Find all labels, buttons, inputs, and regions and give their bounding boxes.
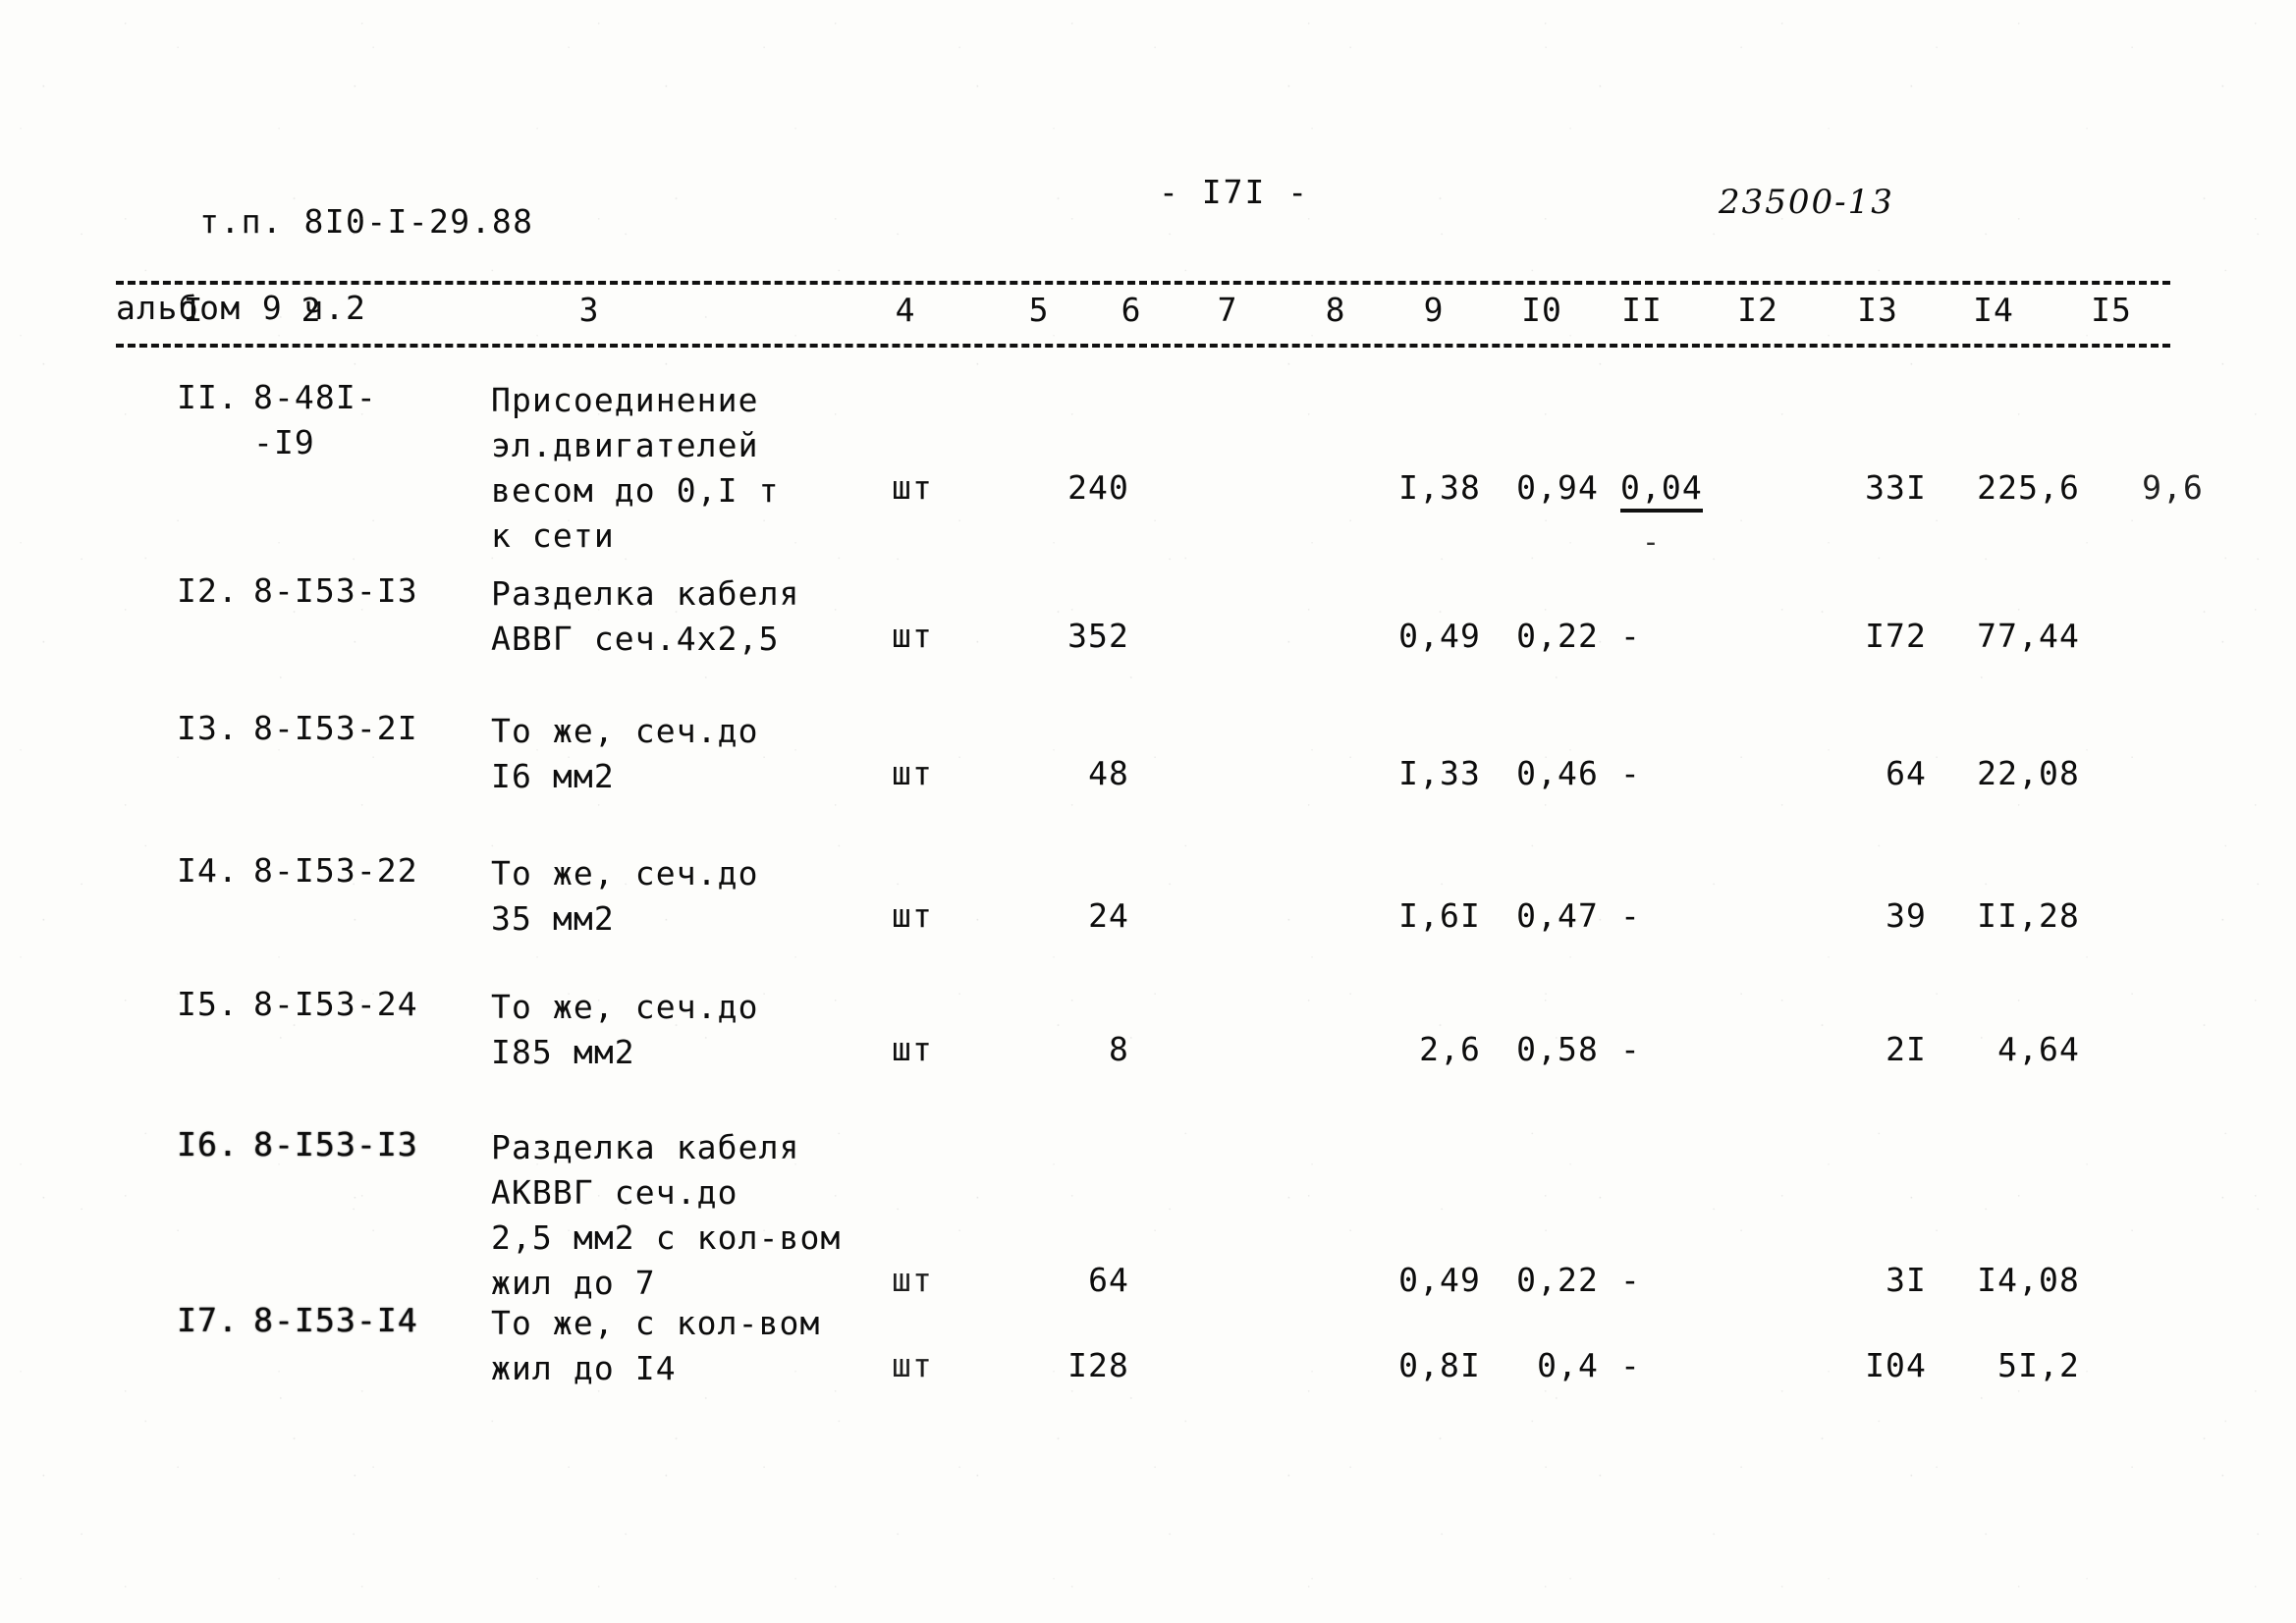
table-rule-bottom [116, 344, 2170, 348]
column-header-8: 8 [1325, 291, 1346, 329]
row-value-col10: 0,4 [1537, 1346, 1599, 1384]
row-quantity: 64 [1088, 1261, 1129, 1299]
row-unit: шт [892, 617, 933, 655]
row-value-col13: I04 [1865, 1346, 1927, 1384]
row-description: Разделка кабеля АКВВГ сеч.до 2,5 мм2 с к… [491, 1128, 842, 1302]
row-value-col9: I,38 [1398, 468, 1481, 507]
column-header-2: 2 [301, 291, 322, 329]
row-unit: шт [892, 896, 933, 935]
row-value-col14: 4,64 [1997, 1030, 2080, 1068]
row-value-col11: - [1620, 896, 1641, 935]
column-header-3: 3 [578, 291, 600, 329]
row-quantity: 24 [1088, 896, 1129, 935]
row-value-col9: 0,8I [1398, 1346, 1481, 1384]
row-value-col13: 64 [1886, 754, 1927, 792]
row-value-col10: 0,94 [1516, 468, 1599, 507]
row-unit: шт [892, 754, 933, 792]
row-norm-code: 8-I53-I4 [253, 1301, 418, 1339]
row-item-number: I2. [177, 571, 239, 610]
column-header-II: II [1621, 291, 1663, 329]
row-norm-code: 8-I53-I3 [253, 571, 418, 610]
row-value-col10: 0,58 [1516, 1030, 1599, 1068]
row-norm-code: 8-I53-I3 [253, 1125, 418, 1163]
row-description: То же, с кол-вом жил до I4 [491, 1304, 821, 1387]
row-value-col11: - [1620, 1261, 1641, 1299]
row-norm-code: 8-I53-24 [253, 985, 418, 1023]
column-header-4: 4 [895, 291, 916, 329]
row-quantity: 352 [1067, 617, 1129, 655]
row-value-col11: 0,04 [1620, 468, 1703, 513]
row-item-number: I3. [177, 709, 239, 747]
row-value-col13: 2I [1886, 1030, 1927, 1068]
row-value-col9: 0,49 [1398, 1261, 1481, 1299]
row-unit: шт [892, 1261, 933, 1299]
row-norm-code: 8-48I- [253, 378, 377, 416]
row-quantity: 240 [1067, 468, 1129, 507]
row-value-col9: 0,49 [1398, 617, 1481, 655]
row-value-col15: 9,6 [2142, 468, 2204, 507]
column-header-9: 9 [1423, 291, 1445, 329]
row-value-col14: 5I,2 [1997, 1346, 2080, 1384]
row-value-col9: I,6I [1398, 896, 1481, 935]
table-column-headers: I 2 3 4 5 6 7 8 9 I0 II I2 I3 I4 I5 [0, 291, 2296, 336]
row-quantity: 48 [1088, 754, 1129, 792]
row-item-number: I6. [177, 1125, 239, 1163]
document-code: 23500-13 [1719, 183, 1894, 222]
row-value-col11: - [1620, 617, 1641, 655]
row-norm-code: 8-I53-2I [253, 709, 418, 747]
row-value-col14: I4,08 [1977, 1261, 2080, 1299]
column-header-I0: I0 [1521, 291, 1562, 329]
project-type-label: т.п. [199, 202, 284, 241]
column-header-5: 5 [1028, 291, 1050, 329]
row-unit: шт [892, 1346, 933, 1384]
row-value-col10: 0,22 [1516, 1261, 1599, 1299]
row-unit: шт [892, 468, 933, 507]
row-value-col10: 0,22 [1516, 617, 1599, 655]
row-value-col13: 3I [1886, 1261, 1927, 1299]
row-value-col11: - [1620, 754, 1641, 792]
row-quantity: I28 [1067, 1346, 1129, 1384]
row-value-col11: - [1620, 1030, 1641, 1068]
row-quantity: 8 [1109, 1030, 1129, 1068]
project-code: 8I0-I-29.88 [303, 202, 534, 241]
table-rule-top [116, 281, 2170, 285]
column-header-I: I [183, 291, 204, 329]
row-unit: шт [892, 1030, 933, 1068]
row-description: То же, сеч.до 35 мм2 [491, 854, 759, 938]
document-page: т.п. 8I0-I-29.88 альбом 9 ч.2 - I7I - 23… [0, 0, 2296, 1623]
row-value-col11: - [1620, 1346, 1641, 1384]
column-header-I3: I3 [1857, 291, 1898, 329]
row-description: То же, сеч.до I85 мм2 [491, 988, 759, 1071]
row-value-col13: 33I [1865, 468, 1927, 507]
row-value-col14: 225,6 [1977, 468, 2080, 507]
row-value-col14: II,28 [1977, 896, 2080, 935]
row-norm-code: 8-I53-22 [253, 851, 418, 890]
row-value-col9: I,33 [1398, 754, 1481, 792]
row-description: Разделка кабеля АВВГ сеч.4х2,5 [491, 574, 800, 658]
row-norm-code: -I9 [253, 423, 315, 461]
row-value-col14: 77,44 [1977, 617, 2080, 655]
row-value-col9: 2,6 [1419, 1030, 1481, 1068]
row-item-number: I4. [177, 851, 239, 890]
row-value-col13: 39 [1886, 896, 1927, 935]
row-value-col14: 22,08 [1977, 754, 2080, 792]
row-description: То же, сеч.до I6 мм2 [491, 712, 759, 795]
column-header-6: 6 [1121, 291, 1142, 329]
column-header-I2: I2 [1737, 291, 1778, 329]
row-value-col13: I72 [1865, 617, 1927, 655]
row-item-number: II. [177, 378, 239, 416]
row-value-col10: 0,47 [1516, 896, 1599, 935]
row-value-col11-ghost-dash: - [1642, 525, 1661, 560]
row-value-col10: 0,46 [1516, 754, 1599, 792]
page-number: - I7I - [1159, 173, 1310, 211]
column-header-I5: I5 [2091, 291, 2132, 329]
row-item-number: I5. [177, 985, 239, 1023]
row-item-number: I7. [177, 1301, 239, 1339]
column-header-7: 7 [1217, 291, 1238, 329]
row-description: Присоединение эл.двигателей весом до 0,I… [491, 381, 780, 555]
column-header-I4: I4 [1973, 291, 2014, 329]
